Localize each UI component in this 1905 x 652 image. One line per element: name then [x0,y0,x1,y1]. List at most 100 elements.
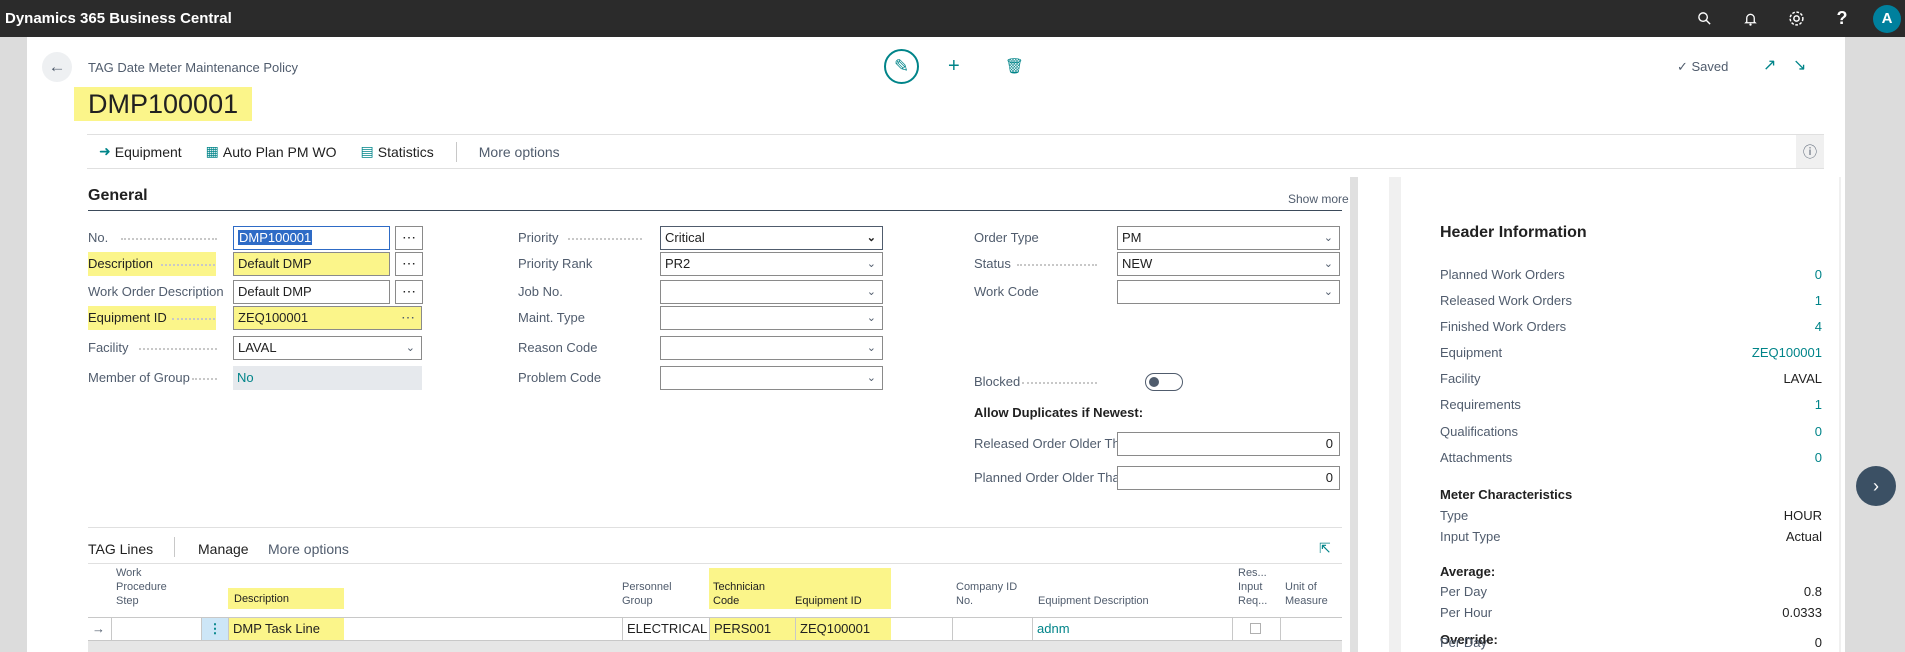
work-order-description-input[interactable]: Default DMP [233,280,390,304]
manage-action[interactable]: Manage [198,541,249,557]
chevron-down-icon: ⌄ [866,232,876,244]
fb-label: Per Day [1440,584,1487,599]
fb-override-per-day: Per Day 0 [1440,635,1822,650]
no-input[interactable]: DMP100001 [233,226,390,250]
new-plus-icon[interactable]: + [948,55,960,78]
fb-planned-work-orders: Planned Work Orders 0 [1440,267,1822,282]
fb-value[interactable]: 0 [1815,424,1822,439]
fb-label: Per Hour [1440,605,1493,620]
problem-code-select[interactable]: ⌄ [660,366,883,390]
general-section-title[interactable]: General [88,187,148,205]
edit-pencil-icon[interactable]: ✎ [884,49,919,84]
work-code-select[interactable]: ⌄ [1117,280,1340,304]
status-select[interactable]: NEW ⌄ [1117,252,1340,276]
priority-rank-select[interactable]: PR2 ⌄ [660,252,883,276]
description-lookup-button[interactable]: ⋯ [395,252,423,276]
app-brand[interactable]: Dynamics 365 Business Central [0,10,232,27]
work-code-label: Work Code [974,284,1039,299]
ellipsis-icon[interactable]: ⋯ [401,306,415,328]
lines-more-options[interactable]: More options [268,541,349,557]
fb-value[interactable]: 0 [1815,267,1822,282]
col-equipment-description[interactable]: Equipment Description [1038,594,1149,608]
show-more-link[interactable]: Show more [1288,192,1349,206]
fb-average-per-hour: Per Hour 0.0333 [1440,605,1822,620]
header-information-title[interactable]: Header Information [1440,224,1587,242]
chevron-down-icon: ⌄ [1323,258,1333,270]
scrollbar[interactable] [1350,177,1358,652]
search-icon[interactable] [1681,0,1727,37]
info-icon[interactable]: ⓘ [1796,135,1824,168]
col-company-id-no[interactable]: Company ID No. [956,580,1017,608]
chevron-down-icon: ⌄ [866,258,876,270]
col-description[interactable]: Description [228,588,344,609]
chevron-right-icon[interactable]: › [1856,466,1896,506]
no-lookup-button[interactable]: ⋯ [395,226,423,250]
planned-older-input[interactable]: 0 [1117,466,1340,490]
member-of-group-value[interactable]: No [233,366,422,390]
released-older-input[interactable]: 0 [1117,432,1340,456]
saved-status: ✓ Saved [1677,59,1729,74]
expand-icon[interactable]: ⇱ [1319,540,1331,557]
fb-value[interactable]: 4 [1815,319,1822,334]
dots [172,318,215,320]
cell-technician-code[interactable]: PERS001 [709,618,795,641]
blocked-toggle[interactable] [1145,373,1183,391]
collapse-icon[interactable]: ↘ [1793,55,1806,75]
gear-icon[interactable] [1773,0,1819,37]
reason-code-label: Reason Code [518,340,598,355]
auto-plan-action[interactable]: ▦ Auto Plan PM WO [194,143,349,160]
delete-trash-icon[interactable]: 🗑 [1005,57,1024,75]
cell-company-id-no[interactable] [952,618,1032,641]
statistics-action[interactable]: ▤ Statistics [349,143,446,160]
table-row[interactable]: → ⋮ DMP Task Line ELECTRICAL PERS001 ZEQ… [88,617,1342,641]
checkbox[interactable] [1250,623,1261,634]
more-options-action[interactable]: More options [467,144,572,160]
col-work-procedure-step[interactable]: Work Procedure Step [116,566,167,608]
fb-value: HOUR [1783,508,1822,523]
description-input[interactable]: Default DMP [233,252,390,276]
equipment-id-input[interactable]: ZEQ100001 ⋯ [233,306,422,330]
help-icon[interactable]: ? [1819,0,1865,37]
job-no-select[interactable]: ⌄ [660,280,883,304]
maint-type-select[interactable]: ⌄ [660,306,883,330]
order-type-select[interactable]: PM ⌄ [1117,226,1340,250]
equipment-action[interactable]: ➜ Equipment [87,143,194,160]
problem-code-label: Problem Code [518,370,602,385]
fb-facility: Facility LAVAL [1440,371,1822,386]
blocked-label: Blocked [974,374,1021,389]
work-order-description-lookup-button[interactable]: ⋯ [395,280,423,304]
open-new-window-icon[interactable]: ↗ [1763,55,1776,75]
fb-value[interactable]: ZEQ100001 [1752,345,1822,360]
bell-icon[interactable] [1727,0,1773,37]
no-label: No. [88,230,109,245]
fb-value[interactable]: 0 [1815,450,1822,465]
fb-label: Type [1440,508,1469,523]
col-equipment-id[interactable]: Equipment ID [795,594,862,608]
cell-res-input-req[interactable] [1232,618,1280,641]
tag-lines-title[interactable]: TAG Lines [88,541,153,557]
cell-work-procedure-step[interactable] [111,618,201,641]
priority-select[interactable]: Critical ⌄ [660,226,883,250]
cell-equipment-description[interactable]: adnm [1032,618,1232,641]
reason-code-select[interactable]: ⌄ [660,336,883,360]
fb-attachments: Attachments 0 [1440,450,1822,465]
col-personnel-group[interactable]: Personnel Group [622,580,672,608]
fb-released-work-orders: Released Work Orders 1 [1440,293,1822,308]
avatar[interactable]: A [1873,4,1901,33]
header-line: Measure [1285,595,1328,607]
fb-value[interactable]: 1 [1815,397,1822,412]
cell-unit-of-measure[interactable] [1280,618,1342,641]
statistics-action-label: Statistics [377,143,434,160]
facility-select[interactable]: LAVAL ⌄ [233,336,422,360]
cell-description[interactable]: DMP Task Line [228,618,344,641]
no-input-value: DMP100001 [238,230,313,245]
back-arrow-icon[interactable]: ← [42,52,72,82]
top-bar-icons: ? A [1681,0,1905,37]
cell-equipment-id[interactable]: ZEQ100001 [795,618,891,641]
statistics-icon: ▤ [360,143,374,159]
col-res-input-req[interactable]: Res... Input Req... [1238,566,1267,608]
col-unit-of-measure[interactable]: Unit of Measure [1285,580,1328,608]
fb-value[interactable]: 1 [1815,293,1822,308]
row-menu-icon[interactable]: ⋮ [201,618,228,641]
cell-personnel-group[interactable]: ELECTRICAL [622,618,709,641]
